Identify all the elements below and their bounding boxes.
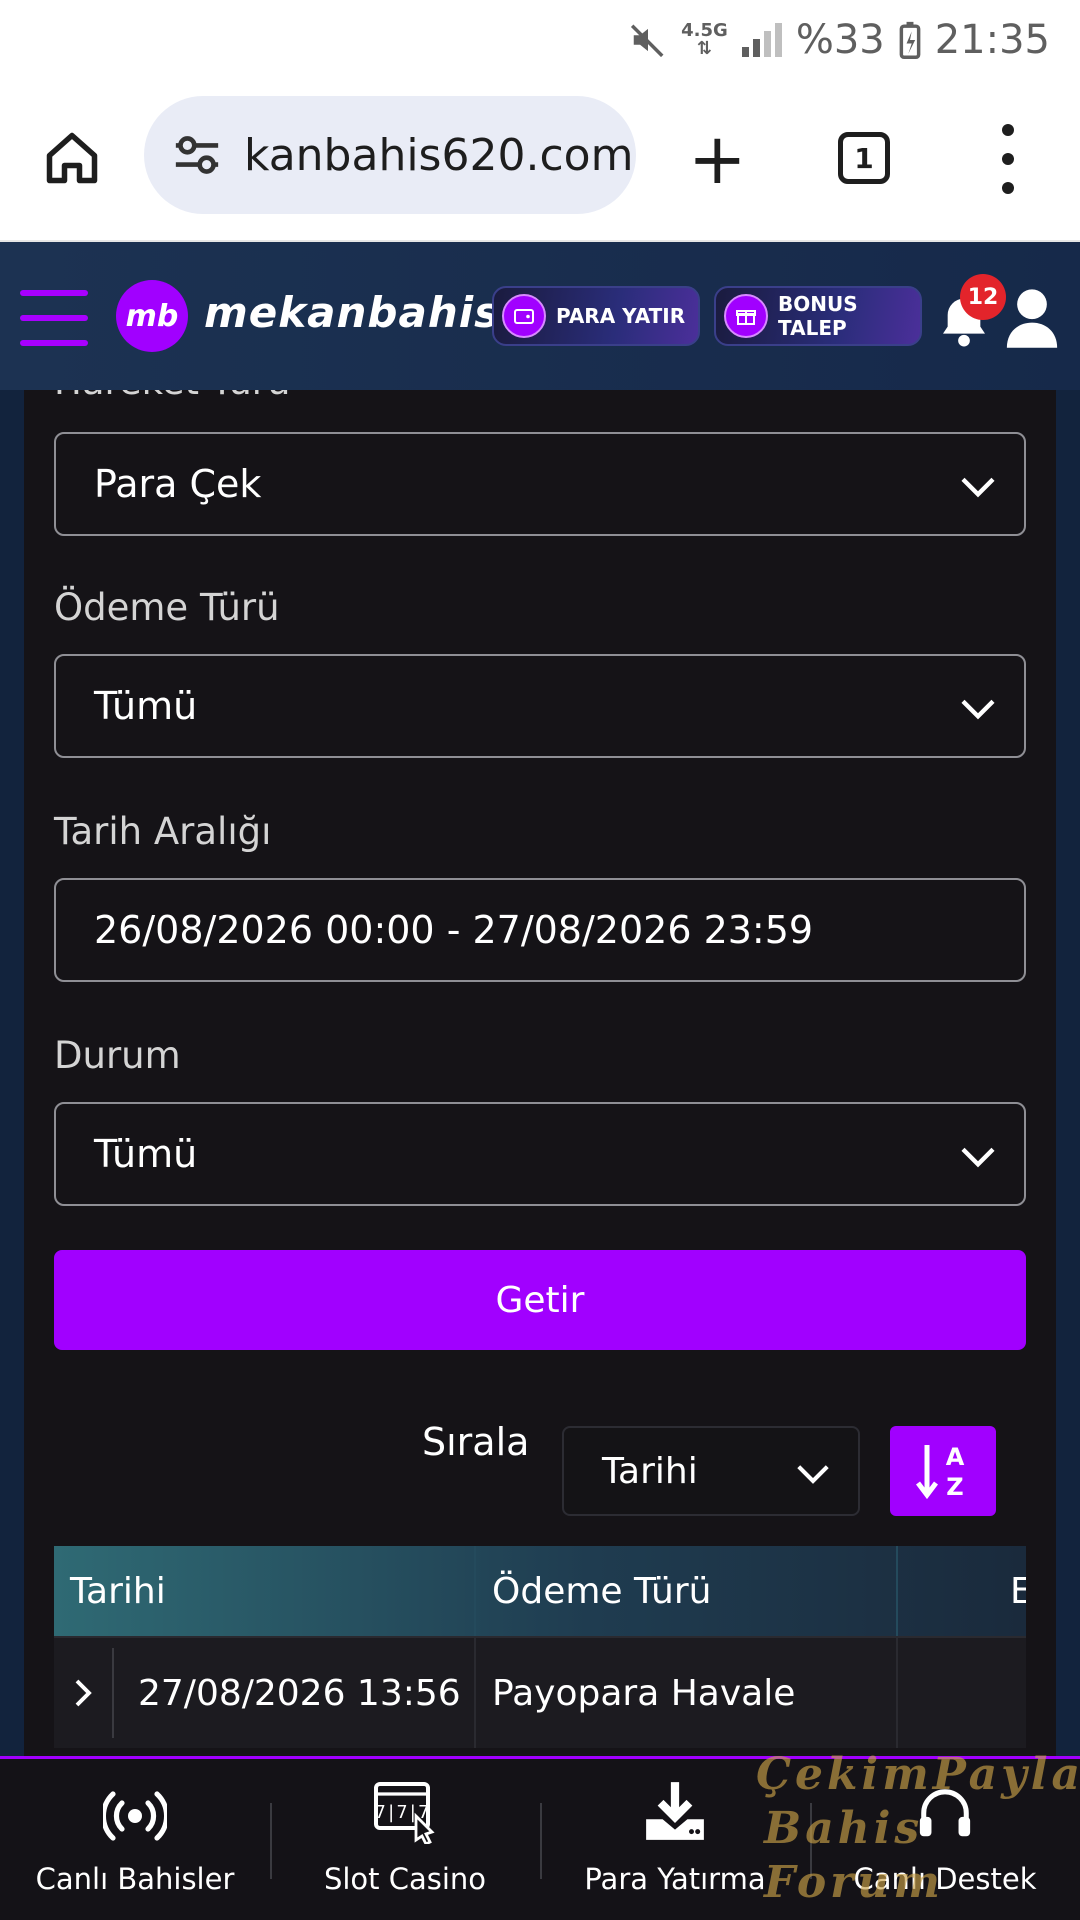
nav-label: Slot Casino xyxy=(323,1862,487,1896)
chevron-down-icon xyxy=(961,477,995,498)
logo-text[interactable]: mekanbahis xyxy=(204,288,500,337)
chevron-right-icon xyxy=(75,1679,92,1707)
battery-charging-icon xyxy=(899,21,921,59)
sort-order-button[interactable]: A Z xyxy=(890,1426,996,1516)
address-bar[interactable]: kanbahis620.com xyxy=(144,96,636,214)
hareket-turu-label: Hareket Türü xyxy=(54,390,290,403)
bottom-navigation: Canlı Bahisler 7|7|7 Slot Casino Para Ya… xyxy=(0,1756,1080,1920)
clock: 21:35 xyxy=(934,17,1050,63)
battery-percent: %33 xyxy=(795,17,885,63)
column-header-tarihi[interactable]: Tarihi xyxy=(54,1546,476,1636)
browser-toolbar: kanbahis620.com + 1 xyxy=(0,80,1080,242)
gift-icon xyxy=(724,294,768,338)
headset-icon xyxy=(919,1789,971,1837)
hareket-turu-value: Para Çek xyxy=(94,462,262,506)
sort-value: Tarihi xyxy=(602,1450,698,1492)
notification-badge: 12 xyxy=(960,274,1006,320)
nav-label: Canlı Destek xyxy=(853,1862,1037,1896)
sort-z-letter: Z xyxy=(946,1473,963,1501)
deposit-button[interactable]: PARA YATIR xyxy=(492,286,700,346)
mute-icon xyxy=(631,24,664,58)
url-text: kanbahis620.com xyxy=(244,129,634,181)
browser-menu-icon[interactable] xyxy=(996,124,1020,194)
row-truncated-cell xyxy=(898,1638,1026,1748)
site-settings-icon[interactable] xyxy=(172,135,222,175)
odeme-turu-value: Tümü xyxy=(94,684,198,728)
download-icon xyxy=(646,1782,704,1840)
chevron-down-icon xyxy=(961,1147,995,1168)
sort-az-icon: A Z xyxy=(916,1443,965,1501)
column-header-truncated[interactable]: E xyxy=(898,1546,1026,1636)
getir-button[interactable]: Getir xyxy=(54,1250,1026,1350)
bonus-request-button[interactable]: BONUS TALEP xyxy=(714,286,922,346)
slot-machine-icon: 7|7|7 xyxy=(374,1782,435,1844)
chevron-down-icon xyxy=(961,699,995,720)
sort-a-letter: A xyxy=(946,1443,965,1471)
sort-label: Sırala xyxy=(422,1420,530,1464)
row-payment-type: Payopara Havale xyxy=(476,1638,898,1748)
nav-canli-destek[interactable]: Canlı Destek xyxy=(810,1759,1080,1920)
wallet-icon xyxy=(502,294,546,338)
tarih-araligi-label: Tarih Aralığı xyxy=(54,810,272,853)
logo-mark[interactable]: mb xyxy=(116,280,188,352)
durum-select[interactable]: Tümü xyxy=(54,1102,1026,1206)
tab-switcher-button[interactable]: 1 xyxy=(838,132,890,184)
nav-para-yatirma[interactable]: Para Yatırma xyxy=(540,1759,810,1920)
odeme-turu-select[interactable]: Tümü xyxy=(54,654,1026,758)
transactions-table: Tarihi Ödeme Türü E 27/08/2026 13:56 Pay… xyxy=(54,1546,1026,1748)
deposit-button-label: PARA YATIR xyxy=(556,304,686,328)
transaction-history-card: Hareket Türü Para Çek Ödeme Türü Tümü Ta… xyxy=(24,390,1056,1758)
network-type: 4.5G ⇅ xyxy=(681,20,728,59)
signal-icon xyxy=(741,23,782,57)
durum-value: Tümü xyxy=(94,1132,198,1176)
date-range-value: 26/08/2026 00:00 - 27/08/2026 23:59 xyxy=(94,908,814,952)
nav-label: Canlı Bahisler xyxy=(35,1862,235,1896)
durum-label: Durum xyxy=(54,1034,181,1077)
table-header: Tarihi Ödeme Türü E xyxy=(54,1546,1026,1636)
nav-canli-bahisler[interactable]: Canlı Bahisler xyxy=(0,1759,270,1920)
bonus-button-label: BONUS TALEP xyxy=(778,292,858,340)
new-tab-icon[interactable]: + xyxy=(688,124,747,194)
row-date: 27/08/2026 13:56 xyxy=(114,1638,476,1748)
hamburger-menu-icon[interactable] xyxy=(20,290,88,346)
live-broadcast-icon xyxy=(103,1791,167,1841)
column-header-odeme-turu[interactable]: Ödeme Türü xyxy=(476,1546,898,1636)
sort-select[interactable]: Tarihi xyxy=(562,1426,860,1516)
nav-slot-casino[interactable]: 7|7|7 Slot Casino xyxy=(270,1759,540,1920)
odeme-turu-label: Ödeme Türü xyxy=(54,586,280,629)
expand-row-button[interactable] xyxy=(54,1648,114,1738)
table-row[interactable]: 27/08/2026 13:56 Payopara Havale xyxy=(54,1636,1026,1748)
status-bar: 4.5G ⇅ %33 21:35 xyxy=(0,0,1080,80)
chevron-down-icon xyxy=(797,1465,829,1484)
hareket-turu-select[interactable]: Para Çek xyxy=(54,432,1026,536)
date-range-input[interactable]: 26/08/2026 00:00 - 27/08/2026 23:59 xyxy=(54,878,1026,982)
site-header: mb mekanbahis PARA YATIR BONUS TALEP 12 xyxy=(0,242,1080,390)
user-profile-icon[interactable] xyxy=(1004,286,1060,350)
home-icon[interactable] xyxy=(42,128,102,188)
nav-label: Para Yatırma xyxy=(584,1862,766,1896)
